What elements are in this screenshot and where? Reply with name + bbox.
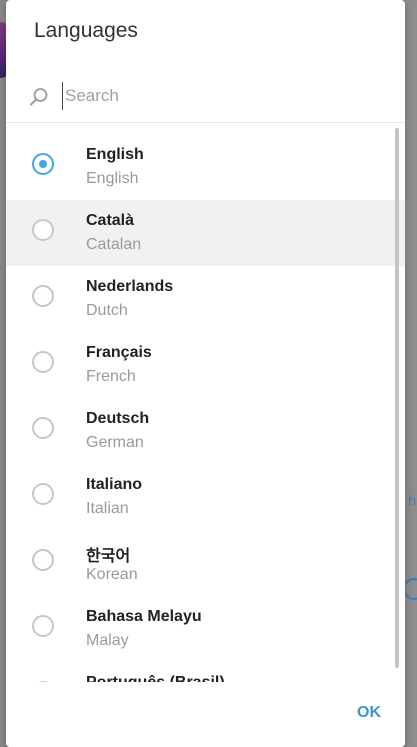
search-input[interactable] xyxy=(62,82,367,110)
language-option[interactable]: Nederlands Dutch xyxy=(6,266,405,332)
list-scrollbar[interactable] xyxy=(395,128,399,668)
languages-dialog: Languages English English Català Catalan Ned… xyxy=(6,0,405,747)
language-english-name: French xyxy=(86,368,136,385)
language-option[interactable]: 한국어 Korean xyxy=(6,530,405,596)
radio-button[interactable] xyxy=(32,153,54,175)
ok-button[interactable]: OK xyxy=(357,704,381,722)
language-option[interactable]: Català Catalan xyxy=(6,200,405,266)
language-option[interactable]: English English xyxy=(6,134,405,200)
language-english-name: Korean xyxy=(86,566,138,583)
dialog-title: Languages xyxy=(34,19,138,42)
language-english-name: Catalan xyxy=(86,236,142,253)
language-native-name: Nederlands xyxy=(86,278,174,295)
radio-button[interactable] xyxy=(32,615,54,637)
language-option[interactable]: Italiano Italian xyxy=(6,464,405,530)
dialog-footer: OK xyxy=(6,682,405,747)
language-option[interactable]: Français French xyxy=(6,332,405,398)
language-english-name: Italian xyxy=(86,500,129,517)
language-option[interactable]: Bahasa Melayu Malay xyxy=(6,596,405,662)
background-text-fragment: h xyxy=(408,492,416,508)
language-option[interactable]: Português (Brasil)Portuguese (Brazil) xyxy=(6,662,405,682)
background-app-right xyxy=(405,0,417,747)
language-native-name: Bahasa Melayu xyxy=(86,608,202,625)
language-list: English English Català Catalan Nederlands Dut… xyxy=(6,134,405,682)
radio-button[interactable] xyxy=(32,285,54,307)
search-icon xyxy=(30,88,48,106)
language-native-name: Italiano xyxy=(86,476,143,493)
radio-button[interactable] xyxy=(32,351,54,373)
language-english-name: Dutch xyxy=(86,302,128,319)
radio-button[interactable] xyxy=(32,483,54,505)
language-english-name: Malay xyxy=(86,632,129,649)
language-native-name: Français xyxy=(86,344,152,361)
language-native-name: English xyxy=(86,146,144,163)
radio-button[interactable] xyxy=(32,417,54,439)
radio-button[interactable] xyxy=(32,549,54,571)
language-native-name: Deutsch xyxy=(86,410,150,427)
radio-button[interactable] xyxy=(32,219,54,241)
language-english-name: German xyxy=(86,434,144,451)
language-native-name: Català xyxy=(86,212,135,229)
language-english-name: English xyxy=(86,170,139,187)
language-native-name: Português (Brasil) xyxy=(86,674,225,682)
language-native-name: 한국어 xyxy=(86,548,131,565)
search-row xyxy=(6,74,405,123)
language-option[interactable]: Deutsch German xyxy=(6,398,405,464)
